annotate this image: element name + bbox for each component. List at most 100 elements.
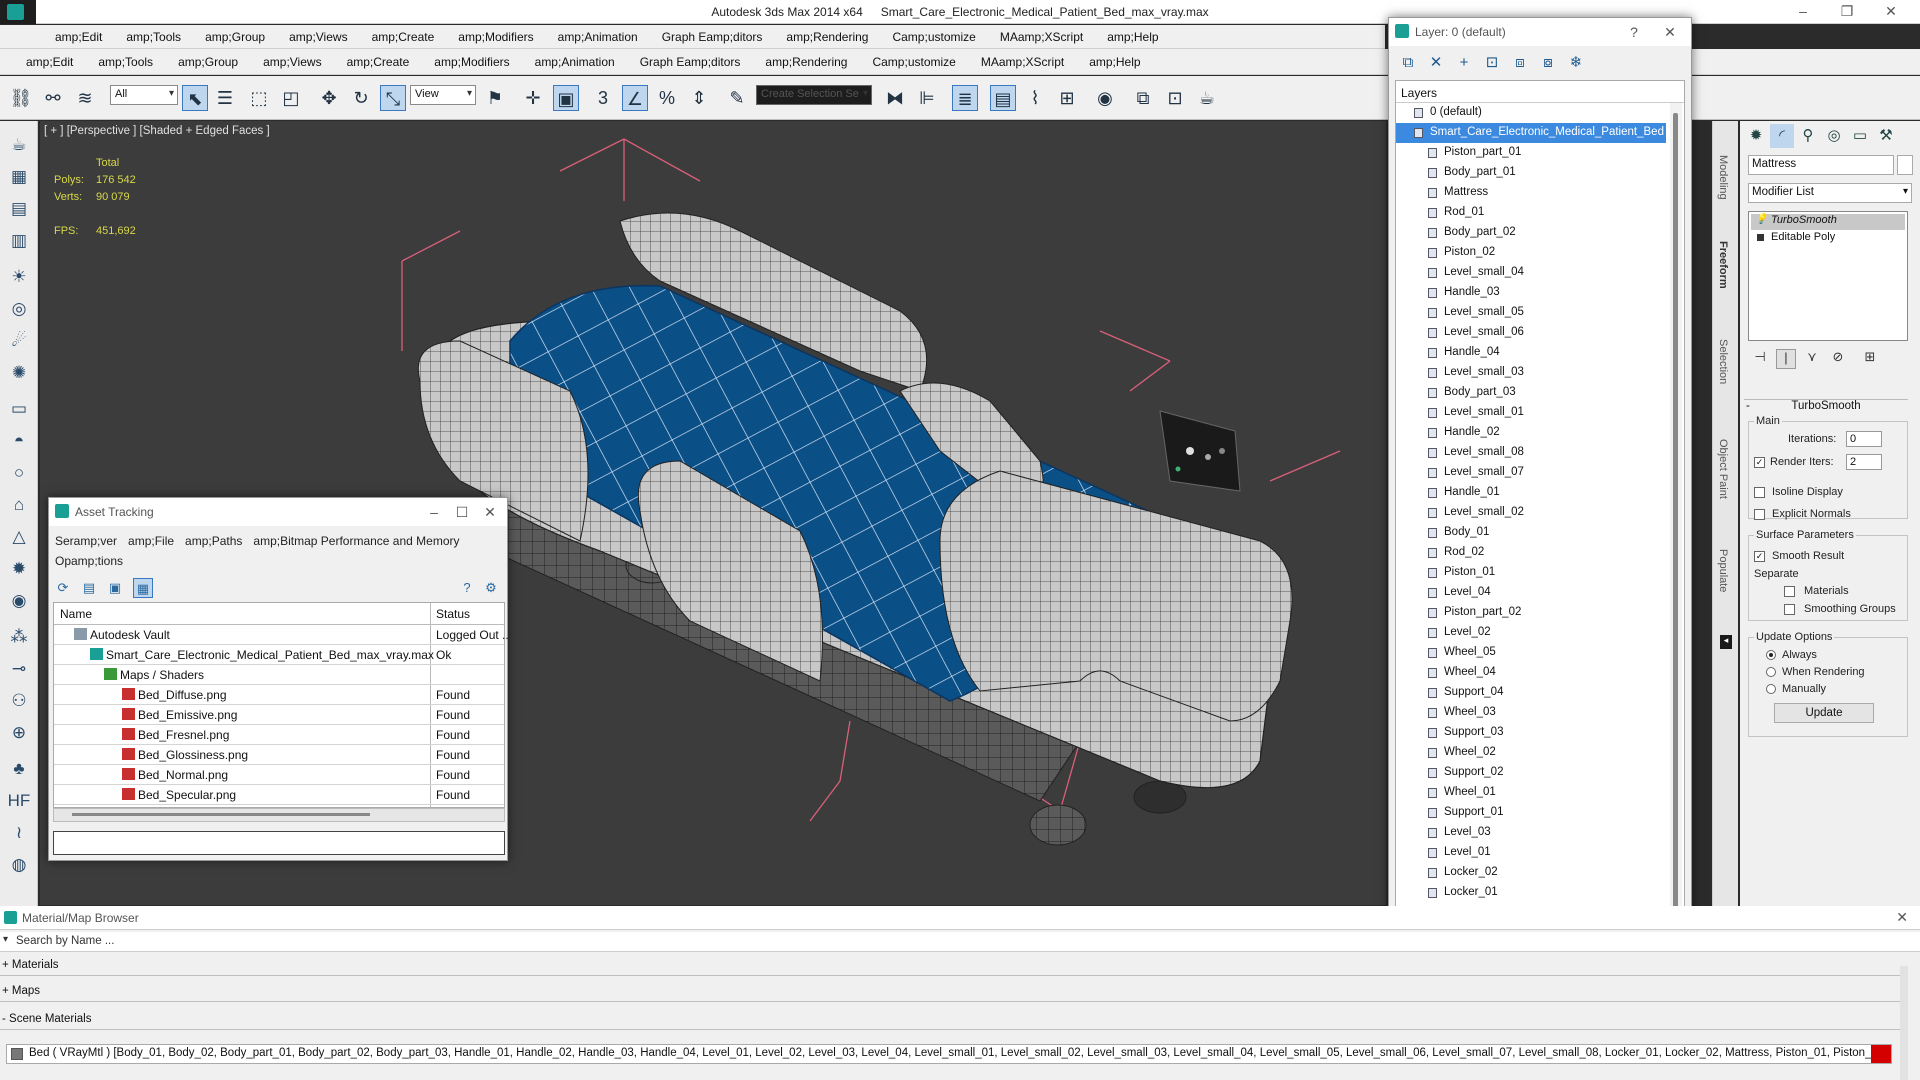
horizontal-scrollbar[interactable] — [53, 808, 505, 822]
display-tab-icon[interactable]: ▭ — [1848, 124, 1872, 148]
modify-tab-icon[interactable]: ◜ — [1770, 124, 1794, 148]
tab-modeling[interactable]: Modeling — [1717, 155, 1729, 200]
spacewarp-icon[interactable]: ✺ — [7, 361, 31, 385]
utilities-tab-icon[interactable]: ⚒ — [1874, 124, 1898, 148]
table-row[interactable]: Autodesk Vault Logged Out .. — [54, 625, 509, 645]
vertical-scrollbar[interactable] — [1670, 103, 1682, 943]
list-view-icon[interactable]: ▤ — [79, 578, 99, 598]
select-in-layer-icon[interactable]: ⊡ — [1481, 52, 1503, 74]
minimize-button[interactable]: – — [421, 502, 447, 522]
menu2-item-11[interactable]: amp;Help — [1089, 55, 1140, 69]
material-browser-scrollbar[interactable] — [1900, 966, 1908, 1080]
menu1-item-3[interactable]: amp;Views — [289, 30, 347, 44]
bones-icon[interactable]: ⚇ — [7, 689, 31, 713]
close-button[interactable]: ✕ — [1896, 909, 1908, 926]
scene-material-item[interactable]: Bed ( VRayMtl ) [Body_01, Body_02, Body_… — [6, 1044, 1892, 1064]
close-button[interactable]: ✕ — [477, 502, 503, 522]
always-radio[interactable] — [1766, 650, 1776, 660]
menu2-item-9[interactable]: Camp;ustomize — [872, 55, 955, 69]
menu2-item-6[interactable]: amp;Animation — [535, 55, 615, 69]
scale-icon[interactable]: ⤡ — [380, 85, 406, 111]
select-object-icon[interactable]: ⬉ — [182, 85, 208, 111]
reference-coordinate-dropdown[interactable]: View — [410, 85, 476, 105]
layer-object-item[interactable]: Handle_02 — [1396, 423, 1666, 443]
settings-icon[interactable]: ⚙ — [481, 578, 501, 598]
layer-object-item[interactable]: Level_small_07 — [1396, 463, 1666, 483]
globe-icon[interactable]: ⊕ — [7, 721, 31, 745]
box-icon[interactable]: ▭ — [7, 397, 31, 421]
tab-selection[interactable]: Selection — [1717, 339, 1729, 384]
shell-icon[interactable]: ◍ — [7, 853, 31, 877]
layer-object-item[interactable]: Level_small_03 — [1396, 363, 1666, 383]
layer-object-item[interactable]: Mattress — [1396, 183, 1666, 203]
schematic-view-icon[interactable]: ⊞ — [1054, 85, 1080, 111]
layer-object-item[interactable]: Support_04 — [1396, 683, 1666, 703]
turbosmooth-rollout-header[interactable]: - TurboSmooth — [1744, 399, 1908, 415]
menu2-item-2[interactable]: amp;Group — [178, 55, 238, 69]
sphere-icon[interactable]: ○ — [7, 461, 31, 485]
teapot-icon[interactable]: ☕ — [7, 133, 31, 157]
asset-path-input[interactable] — [53, 831, 505, 855]
menu1-item-6[interactable]: amp;Animation — [558, 30, 638, 44]
layer-object-item[interactable]: Locker_02 — [1396, 863, 1666, 883]
layer-object-item[interactable]: Level_small_01 — [1396, 403, 1666, 423]
percent-snap-icon[interactable]: % — [654, 85, 680, 111]
layer-explorer-titlebar[interactable]: Layer: 0 (default) ? ✕ — [1389, 18, 1691, 46]
configure-modifier-sets-icon[interactable]: ⊞ — [1860, 349, 1880, 369]
add-to-layer-icon[interactable]: + — [1453, 52, 1475, 74]
keyboard-shortcut-icon[interactable]: ▣ — [553, 85, 579, 111]
layer-object-item[interactable]: Wheel_01 — [1396, 783, 1666, 803]
collapse-ribbon-icon[interactable]: ◂ — [1720, 635, 1732, 649]
maximize-button[interactable]: ☐ — [449, 502, 475, 522]
tab-freeform[interactable]: Freeform — [1717, 241, 1729, 289]
layer-object-item[interactable]: Level_03 — [1396, 823, 1666, 843]
menu2-item-4[interactable]: amp;Create — [347, 55, 410, 69]
asset-menu-item-1[interactable]: amp;File — [128, 534, 174, 548]
layer-object-item[interactable]: Level_01 — [1396, 843, 1666, 863]
menu1-item-8[interactable]: amp;Rendering — [786, 30, 868, 44]
layer-object-item[interactable]: Level_02 — [1396, 623, 1666, 643]
smooth-result-checkbox[interactable]: ✓ — [1754, 551, 1765, 562]
isoline-display-checkbox[interactable] — [1754, 487, 1765, 498]
hf-icon[interactable]: HF — [7, 789, 31, 813]
material-editor-icon[interactable]: ◉ — [1092, 85, 1118, 111]
render-iters-checkbox[interactable]: ✓ — [1754, 457, 1765, 468]
layer-object-item[interactable]: Level_small_05 — [1396, 303, 1666, 323]
asset-menu-item-3[interactable]: amp;Bitmap Performance and Memory — [253, 534, 459, 548]
select-manipulate-icon[interactable]: ✛ — [520, 85, 546, 111]
camera-icon[interactable]: ◎ — [7, 297, 31, 321]
hierarchy-tab-icon[interactable]: ⚲ — [1796, 124, 1820, 148]
layer-object-item[interactable]: Rod_02 — [1396, 543, 1666, 563]
render-production-icon[interactable]: ☕ — [1194, 85, 1220, 111]
maximize-button[interactable]: ❐ — [1826, 0, 1868, 24]
layer-object-item[interactable]: Body_part_03 — [1396, 383, 1666, 403]
pin-stack-icon[interactable]: ⊣ — [1750, 349, 1770, 369]
menu1-item-9[interactable]: Camp;ustomize — [892, 30, 975, 44]
plant-icon[interactable]: ♣ — [7, 757, 31, 781]
section-scene-materials[interactable]: - Scene Materials — [0, 1010, 1900, 1030]
layer-object-item[interactable]: Level_04 — [1396, 583, 1666, 603]
modifier-list-dropdown[interactable]: Modifier List ▾ — [1748, 183, 1912, 203]
move-icon[interactable]: ✥ — [316, 85, 342, 111]
mirror-icon[interactable]: ⧓ — [882, 85, 908, 111]
bind-space-warp-icon[interactable]: ≋ — [72, 85, 98, 111]
table-row[interactable]: Bed_Normal.png Found — [54, 765, 504, 785]
select-by-name-icon[interactable]: ☰ — [212, 85, 238, 111]
iterations-spinner[interactable]: 0 — [1846, 431, 1882, 447]
layer-object-item[interactable]: Wheel_03 — [1396, 703, 1666, 723]
menu1-item-5[interactable]: amp;Modifiers — [458, 30, 533, 44]
pipe-icon[interactable]: ⊸ — [7, 657, 31, 681]
stack-item-turbosmooth[interactable]: 💡 TurboSmooth — [1751, 214, 1905, 230]
teapot-primitive-icon[interactable]: ⌂ — [7, 493, 31, 517]
helper-icon[interactable]: ☄ — [7, 329, 31, 353]
hide-layers-icon[interactable]: ⧇ — [1537, 52, 1559, 74]
layer-object-item[interactable]: Level_small_06 — [1396, 323, 1666, 343]
layer-object-item[interactable]: Wheel_05 — [1396, 643, 1666, 663]
highlight-layer-icon[interactable]: ⧈ — [1509, 52, 1531, 74]
geosphere-icon[interactable]: ◉ — [7, 589, 31, 613]
lightbulb-icon[interactable]: 💡 — [1755, 214, 1767, 225]
layer-object-item[interactable]: Handle_03 — [1396, 283, 1666, 303]
table-row[interactable]: Maps / Shaders — [54, 665, 504, 685]
show-end-result-icon[interactable]: | — [1776, 349, 1796, 369]
layer-object-item[interactable]: Support_03 — [1396, 723, 1666, 743]
